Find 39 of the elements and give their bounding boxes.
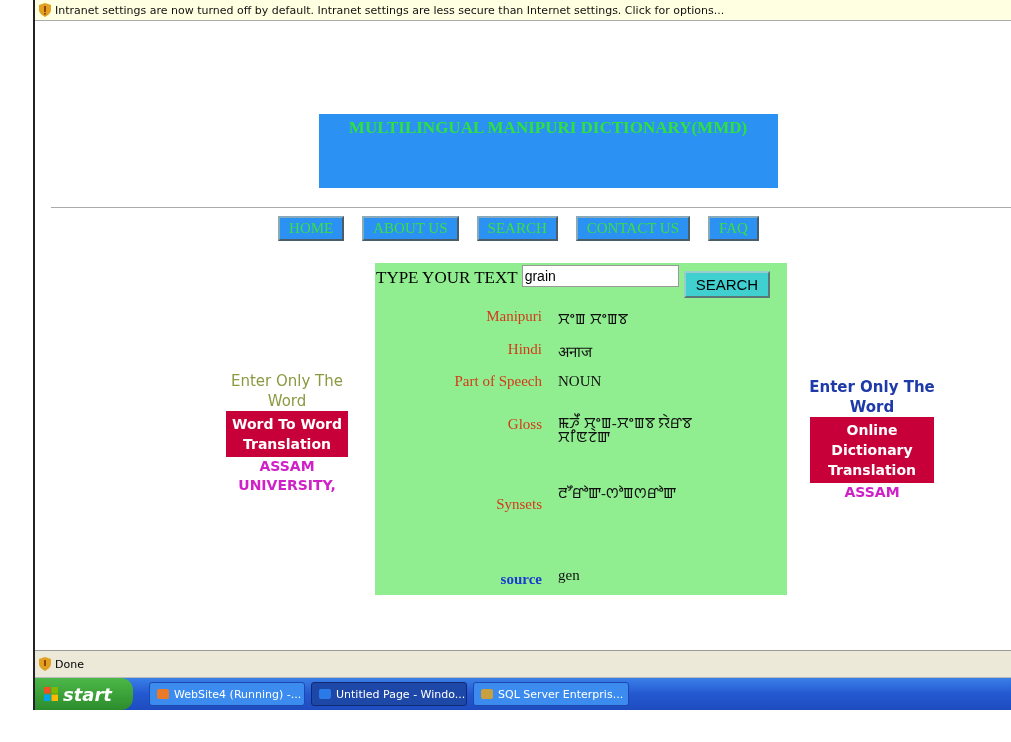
- field-label: Gloss: [506, 416, 542, 434]
- nav-button[interactable]: HOME: [278, 216, 345, 241]
- field-label: Manipuri: [485, 308, 542, 326]
- shield-icon: [39, 657, 51, 671]
- search-field[interactable]: grain: [521, 265, 679, 287]
- shield-icon: [39, 3, 51, 17]
- university-text: ASSAM UNIVERSITY,: [237, 457, 337, 495]
- translation-button[interactable]: Online Dictionary Translation: [810, 417, 934, 483]
- app-icon: [318, 687, 332, 701]
- field-label: source: [499, 571, 542, 588]
- windows-flag-icon: [43, 686, 59, 702]
- field-value: ꯆꯦꯡ ꯆꯦꯡꯕ: [558, 310, 629, 329]
- taskbar-button[interactable]: SQL Server Enterpris...: [473, 682, 629, 706]
- field-value: ꯂꯧꯔꯣꯛ-ꯁꯣꯡꯁꯔꯣꯛ: [558, 484, 677, 503]
- app-icon: [480, 687, 494, 701]
- hint-text: Enter Only The Word: [229, 371, 345, 411]
- field-label: Synsets: [495, 496, 542, 513]
- site-title: MULTILINGUAL MANIPURI DICTIONARY(MMD): [348, 118, 748, 138]
- search-label: TYPE YOUR TEXT: [376, 268, 518, 288]
- field-label: Hindi: [506, 341, 542, 359]
- field-value: gen: [558, 567, 581, 585]
- info-bar-text: Intranet settings are now turned off by default. Intranet settings are less secure than Internet settings. Click for options...: [55, 3, 725, 17]
- nav-button[interactable]: ABOUT US: [362, 216, 459, 241]
- status-text: Done: [55, 657, 84, 671]
- nav-button[interactable]: CONTACT US: [575, 216, 691, 241]
- nav-button[interactable]: SEARCH: [476, 216, 558, 241]
- taskbar-button[interactable]: Untitled Page - Windo...: [311, 682, 467, 706]
- university-text: ASSAM: [843, 483, 901, 502]
- field-value: NOUN: [558, 373, 603, 390]
- field-value: अनाज: [558, 343, 594, 361]
- taskbar-button[interactable]: WebSite4 (Running) -...: [149, 682, 305, 706]
- field-label: Part of Speech: [453, 373, 542, 390]
- start-button[interactable]: start: [35, 678, 133, 710]
- nav-button[interactable]: FAQ: [708, 216, 759, 241]
- info-bar[interactable]: Intranet settings are now turned off by default. Intranet settings are less secure than Internet settings. Click for options...: [35, 0, 1011, 21]
- app-icon: [156, 687, 170, 701]
- search-button[interactable]: SEARCH: [683, 271, 771, 298]
- hint-text: Enter Only The Word: [808, 377, 936, 417]
- translation-button[interactable]: Word To Word Translation: [226, 411, 348, 457]
